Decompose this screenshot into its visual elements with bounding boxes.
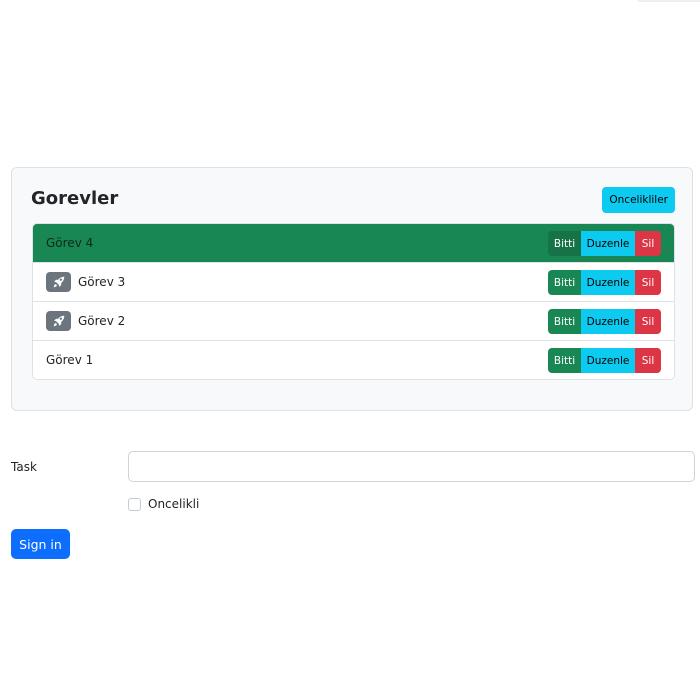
priorities-button[interactable]: Oncelikliler	[602, 187, 675, 213]
task-name: Görev 3	[78, 275, 126, 289]
edit-button[interactable]: Duzenle	[581, 231, 635, 256]
done-button[interactable]: Bitti	[548, 348, 581, 373]
top-edge-stub	[638, 0, 700, 2]
rocket-icon	[46, 311, 71, 331]
task-name: Görev 2	[78, 314, 126, 328]
task-row: Görev 3 Bitti Duzenle Sil	[33, 262, 674, 301]
task-actions: Bitti Duzenle Sil	[548, 270, 661, 295]
task-actions: Bitti Duzenle Sil	[548, 231, 661, 256]
task-actions: Bitti Duzenle Sil	[548, 309, 661, 334]
delete-button[interactable]: Sil	[635, 231, 661, 256]
priority-checkbox-group: Oncelikli	[128, 497, 199, 511]
task-name: Görev 1	[46, 353, 94, 367]
task-row: Görev 2 Bitti Duzenle Sil	[33, 301, 674, 340]
task-actions: Bitti Duzenle Sil	[548, 348, 661, 373]
task-field-label: Task	[11, 460, 37, 474]
done-button[interactable]: Bitti	[548, 309, 581, 334]
rocket-icon	[46, 272, 71, 292]
task-row: Görev 4 Bitti Duzenle Sil	[33, 224, 674, 262]
delete-button[interactable]: Sil	[635, 348, 661, 373]
edit-button[interactable]: Duzenle	[581, 270, 635, 295]
delete-button[interactable]: Sil	[635, 309, 661, 334]
task-list: Görev 4 Bitti Duzenle Sil Görev 3 Bitti …	[32, 223, 675, 380]
task-input[interactable]	[128, 451, 695, 482]
edit-button[interactable]: Duzenle	[581, 309, 635, 334]
delete-button[interactable]: Sil	[635, 270, 661, 295]
priority-checkbox-label: Oncelikli	[148, 497, 200, 511]
task-name: Görev 4	[46, 236, 94, 250]
task-row: Görev 1 Bitti Duzenle Sil	[33, 340, 674, 379]
sign-in-button[interactable]: Sign in	[11, 529, 70, 559]
priority-checkbox[interactable]	[128, 497, 141, 511]
tasks-card: Gorevler Oncelikliler Görev 4 Bitti Duze…	[11, 167, 693, 411]
done-button[interactable]: Bitti	[548, 231, 581, 256]
edit-button[interactable]: Duzenle	[581, 348, 635, 373]
done-button[interactable]: Bitti	[548, 270, 581, 295]
card-title: Gorevler	[31, 188, 119, 209]
